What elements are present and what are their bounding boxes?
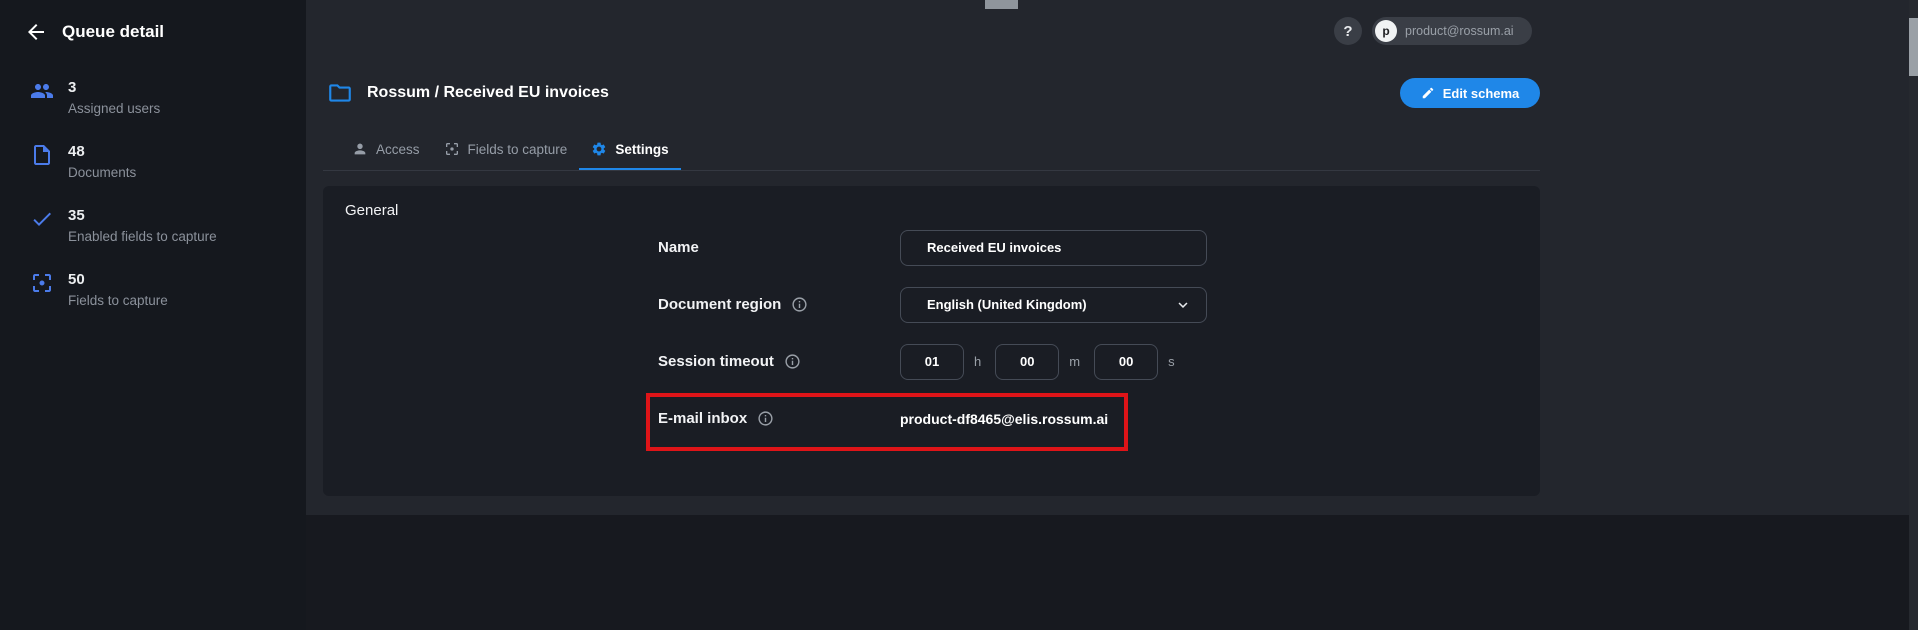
arrow-left-icon <box>24 24 48 47</box>
stat-value: 35 <box>68 207 85 224</box>
minutes-unit: m <box>1069 354 1081 369</box>
stat-label: Documents <box>68 165 137 180</box>
selected-region: English (United Kingdom) <box>927 297 1087 312</box>
general-panel: General Name Document region <box>323 186 1540 496</box>
stat-label: Fields to capture <box>68 293 168 308</box>
email-inbox-row: E-mail inbox product-df8465@elis.rossum.… <box>658 390 1518 447</box>
tab-label: Settings <box>615 141 669 157</box>
avatar: p <box>1375 20 1397 42</box>
back-button[interactable] <box>24 20 48 44</box>
info-icon[interactable] <box>757 410 774 427</box>
check-icon <box>30 207 54 231</box>
name-label: Name <box>658 239 699 256</box>
capture-icon <box>444 141 460 157</box>
name-row: Name <box>658 219 1518 276</box>
panel-title: General <box>345 202 399 219</box>
vertical-scrollbar-thumb[interactable] <box>1909 18 1918 76</box>
email-inbox-label: E-mail inbox <box>658 410 748 427</box>
queue-title-row: Rossum / Received EU invoices <box>327 78 609 108</box>
stat-enabled-fields: 35 Enabled fields to capture <box>0 194 306 258</box>
help-button[interactable]: ? <box>1334 17 1362 45</box>
timeout-hours-input[interactable] <box>900 343 964 380</box>
documents-icon <box>30 143 54 167</box>
tab-bar: Access Fields to capture Settings <box>340 128 681 170</box>
tab-settings[interactable]: Settings <box>579 128 681 170</box>
edit-schema-label: Edit schema <box>1442 85 1520 101</box>
tab-label: Access <box>376 141 420 157</box>
info-icon[interactable] <box>784 353 801 370</box>
sidebar-header: Queue detail <box>0 0 306 44</box>
document-region-select[interactable]: English (United Kingdom) <box>900 286 1207 323</box>
tab-label: Fields to capture <box>467 141 568 157</box>
gear-icon <box>591 141 607 157</box>
tab-fields-to-capture[interactable]: Fields to capture <box>432 128 580 170</box>
page-title: Queue detail <box>62 22 165 41</box>
stat-fields-to-capture: 50 Fields to capture <box>0 258 306 322</box>
queue-stats: 3 Assigned users 48 Documents 35 Enabled… <box>0 66 306 322</box>
user-email: product@rossum.ai <box>1405 24 1514 38</box>
email-inbox-value: product-df8465@elis.rossum.ai <box>900 410 1109 427</box>
name-input[interactable] <box>900 229 1207 266</box>
document-region-row: Document region English (United Kingdom) <box>658 276 1518 333</box>
vertical-scrollbar-track[interactable] <box>1909 0 1918 630</box>
top-scrollbar-fragment <box>985 0 1018 9</box>
stat-documents: 48 Documents <box>0 130 306 194</box>
main-content: ? p product@rossum.ai Rossum / Received … <box>306 0 1918 630</box>
timeout-seconds-input[interactable] <box>1094 343 1159 380</box>
edit-schema-button[interactable]: Edit schema <box>1400 78 1540 108</box>
stat-value: 50 <box>68 271 85 288</box>
info-icon[interactable] <box>791 296 808 313</box>
user-menu[interactable]: p product@rossum.ai <box>1372 17 1532 45</box>
stat-label: Assigned users <box>68 101 161 116</box>
document-region-label: Document region <box>658 296 782 313</box>
timeout-minutes-input[interactable] <box>995 343 1060 380</box>
sidebar: Queue detail 3 Assigned users 48 Documen… <box>0 0 306 630</box>
stat-label: Enabled fields to capture <box>68 229 217 244</box>
person-icon <box>352 141 368 157</box>
assigned-users-icon <box>30 79 54 103</box>
seconds-unit: s <box>1168 354 1175 369</box>
stat-value: 3 <box>68 79 77 96</box>
settings-form: Name Document region English (United Kin… <box>658 219 1518 447</box>
tab-access[interactable]: Access <box>340 128 432 170</box>
stat-value: 48 <box>68 143 85 160</box>
fields-to-capture-icon <box>30 271 54 295</box>
content-bottom-area <box>306 515 1918 630</box>
breadcrumb: Rossum / Received EU invoices <box>367 84 609 101</box>
session-timeout-label: Session timeout <box>658 353 774 370</box>
folder-icon <box>327 80 353 106</box>
stat-assigned-users: 3 Assigned users <box>0 66 306 130</box>
tabs-divider <box>323 170 1540 171</box>
chevron-down-icon <box>1174 296 1192 314</box>
hours-unit: h <box>974 354 982 369</box>
session-timeout-row: Session timeout h m s <box>658 333 1518 390</box>
pencil-icon <box>1421 86 1435 100</box>
